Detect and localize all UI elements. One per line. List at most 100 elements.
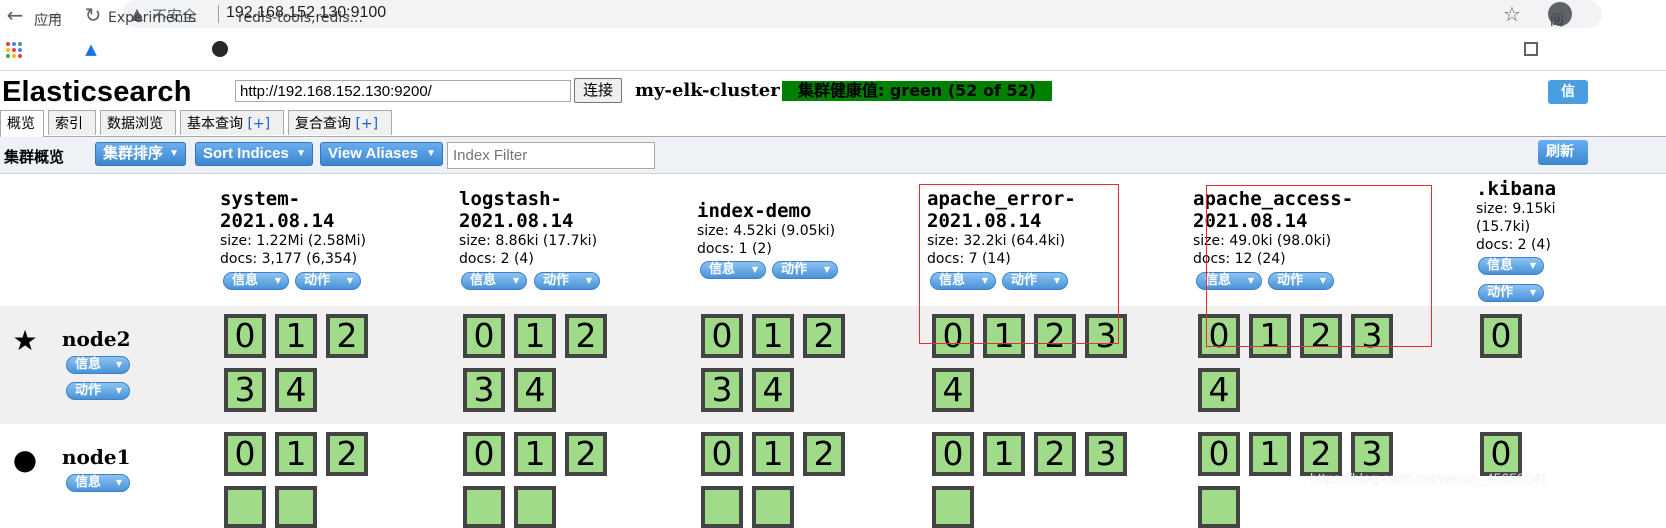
shard-box[interactable]: 1 xyxy=(983,432,1025,476)
shard-box[interactable]: 2 xyxy=(326,314,368,358)
cluster-name: my-elk-cluster xyxy=(635,80,780,101)
tab-plus: [+] xyxy=(247,116,271,132)
shard-box[interactable]: 4 xyxy=(1198,368,1240,412)
shard-box[interactable]: 4 xyxy=(514,368,556,412)
shard-box[interactable]: 0 xyxy=(701,314,743,358)
tab-basic-query[interactable]: 基本查询 [+] xyxy=(180,110,284,135)
shard-box[interactable]: 0 xyxy=(1198,432,1240,476)
tab-indices[interactable]: 索引 xyxy=(48,110,96,135)
refresh-button[interactable]: 刷新 xyxy=(1538,140,1588,165)
shard-box[interactable]: 0 xyxy=(224,314,266,358)
index-size: size: 4.52ki (9.05ki) xyxy=(697,223,836,239)
shard-box[interactable]: 0 xyxy=(463,314,505,358)
tab-overview[interactable]: 概览 xyxy=(0,110,44,137)
shard-box[interactable] xyxy=(1198,486,1240,528)
apps-grid-icon[interactable] xyxy=(6,42,22,58)
address-divider xyxy=(218,5,219,23)
tab-label: 数据浏览 xyxy=(107,116,163,132)
shard-box[interactable]: 3 xyxy=(463,368,505,412)
index-action-button[interactable]: 动作 ▼ xyxy=(534,272,600,290)
shard-box[interactable]: 4 xyxy=(275,368,317,412)
back-arrow-icon[interactable]: ← xyxy=(2,2,28,28)
github-icon xyxy=(212,41,228,57)
index-name: logstash- 2021.08.14 xyxy=(459,188,574,232)
shard-box[interactable]: 0 xyxy=(701,432,743,476)
shard-box[interactable]: 0 xyxy=(463,432,505,476)
caret-down-icon: ▼ xyxy=(512,276,519,285)
shard-box[interactable] xyxy=(463,486,505,528)
index-info-button[interactable]: 信息 ▼ xyxy=(223,272,289,290)
shard-box[interactable]: 0 xyxy=(932,432,974,476)
index-column-kibana: .kibana size: 9.15ki (15.7ki) docs: 2 (4… xyxy=(1476,178,1556,254)
shard-box[interactable]: 1 xyxy=(275,314,317,358)
shard-box[interactable]: 1 xyxy=(752,432,794,476)
node-info-button[interactable]: 信息 ▼ xyxy=(66,474,130,492)
shard-box[interactable]: 3 xyxy=(1085,432,1127,476)
shard-box[interactable]: 3 xyxy=(701,368,743,412)
highlight-box xyxy=(919,184,1119,344)
index-info-button[interactable]: 信息 ▼ xyxy=(700,261,766,279)
shard-box[interactable] xyxy=(932,486,974,528)
connection-url-input[interactable] xyxy=(235,80,571,102)
index-column-logstash: logstash- 2021.08.14 size: 8.86ki (17.7k… xyxy=(459,188,597,268)
action-label: 动作 xyxy=(304,273,331,288)
shard-box[interactable]: 4 xyxy=(932,368,974,412)
bookmark-experiments[interactable]: Experiments xyxy=(108,10,196,26)
shard-box[interactable] xyxy=(752,486,794,528)
sort-indices-dropdown[interactable]: Sort Indices ▼ xyxy=(195,142,313,166)
cluster-sort-dropdown[interactable]: 集群排序 ▼ xyxy=(95,142,186,166)
bookmark-apps[interactable]: 应用 xyxy=(34,10,62,30)
connect-button[interactable]: 连接 xyxy=(574,78,622,103)
index-column-index-demo: index-demo size: 4.52ki (9.05ki) docs: 1… xyxy=(697,200,835,258)
shard-box[interactable] xyxy=(224,486,266,528)
shard-box[interactable]: 4 xyxy=(752,368,794,412)
index-info-button[interactable]: 信息 ▼ xyxy=(1478,257,1544,275)
caret-down-icon: ▼ xyxy=(585,276,592,285)
shard-box[interactable]: 1 xyxy=(1249,432,1291,476)
tab-browser[interactable]: 数据浏览 xyxy=(100,110,176,135)
overview-title: 集群概览 xyxy=(4,148,65,166)
node-action-button[interactable]: 动作 ▼ xyxy=(66,382,130,400)
shard-box[interactable]: 2 xyxy=(565,314,607,358)
index-action-button[interactable]: 动作 ▼ xyxy=(1478,284,1544,302)
shard-box[interactable]: 1 xyxy=(752,314,794,358)
node-info-button[interactable]: 信息 ▼ xyxy=(66,356,130,374)
caret-down-icon: ▼ xyxy=(274,276,281,285)
caret-down-icon: ▼ xyxy=(296,148,306,159)
shard-box[interactable]: 0 xyxy=(1480,314,1522,358)
index-size: size: 8.86ki (17.7ki) xyxy=(459,233,598,249)
shard-box[interactable]: 2 xyxy=(803,432,845,476)
node-name: node2 xyxy=(62,327,131,351)
caret-down-icon: ▼ xyxy=(115,386,122,395)
index-info-button[interactable]: 信息 ▼ xyxy=(461,272,527,290)
index-size: size: 1.22Mi (2.58Mi) xyxy=(220,233,366,249)
shard-box[interactable]: 0 xyxy=(224,432,266,476)
reading-list-label[interactable]: 阅 xyxy=(1550,10,1564,30)
shard-box[interactable]: 1 xyxy=(514,314,556,358)
info-button[interactable]: 信 xyxy=(1548,80,1588,104)
tab-compound-query[interactable]: 复合查询 [+] xyxy=(288,110,392,135)
shard-box[interactable]: 1 xyxy=(275,432,317,476)
info-label: 信息 xyxy=(75,357,102,372)
shard-box[interactable]: 2 xyxy=(326,432,368,476)
view-aliases-dropdown[interactable]: View Aliases ▼ xyxy=(320,142,443,166)
index-filter-input[interactable] xyxy=(447,142,655,169)
shard-box[interactable] xyxy=(514,486,556,528)
shard-box[interactable] xyxy=(701,486,743,528)
shard-box[interactable] xyxy=(275,486,317,528)
shard-box[interactable]: 2 xyxy=(803,314,845,358)
tab-label: 复合查询 xyxy=(295,116,356,132)
caret-down-icon: ▼ xyxy=(823,265,830,274)
reading-list-icon[interactable] xyxy=(1524,42,1538,56)
action-label: 动作 xyxy=(543,273,570,288)
bookmark-redis-tools[interactable]: redis-tools,redis... xyxy=(238,10,363,26)
shard-box[interactable]: 3 xyxy=(224,368,266,412)
bookmark-star-icon[interactable]: ☆ xyxy=(1500,2,1524,26)
shard-box[interactable]: 2 xyxy=(1034,432,1076,476)
reload-icon[interactable]: ↻ xyxy=(80,2,106,28)
shard-box[interactable]: 2 xyxy=(565,432,607,476)
index-action-button[interactable]: 动作 ▼ xyxy=(772,261,838,279)
shard-box[interactable]: 1 xyxy=(514,432,556,476)
index-action-button[interactable]: 动作 ▼ xyxy=(295,272,361,290)
tab-label: 基本查询 xyxy=(187,116,248,132)
